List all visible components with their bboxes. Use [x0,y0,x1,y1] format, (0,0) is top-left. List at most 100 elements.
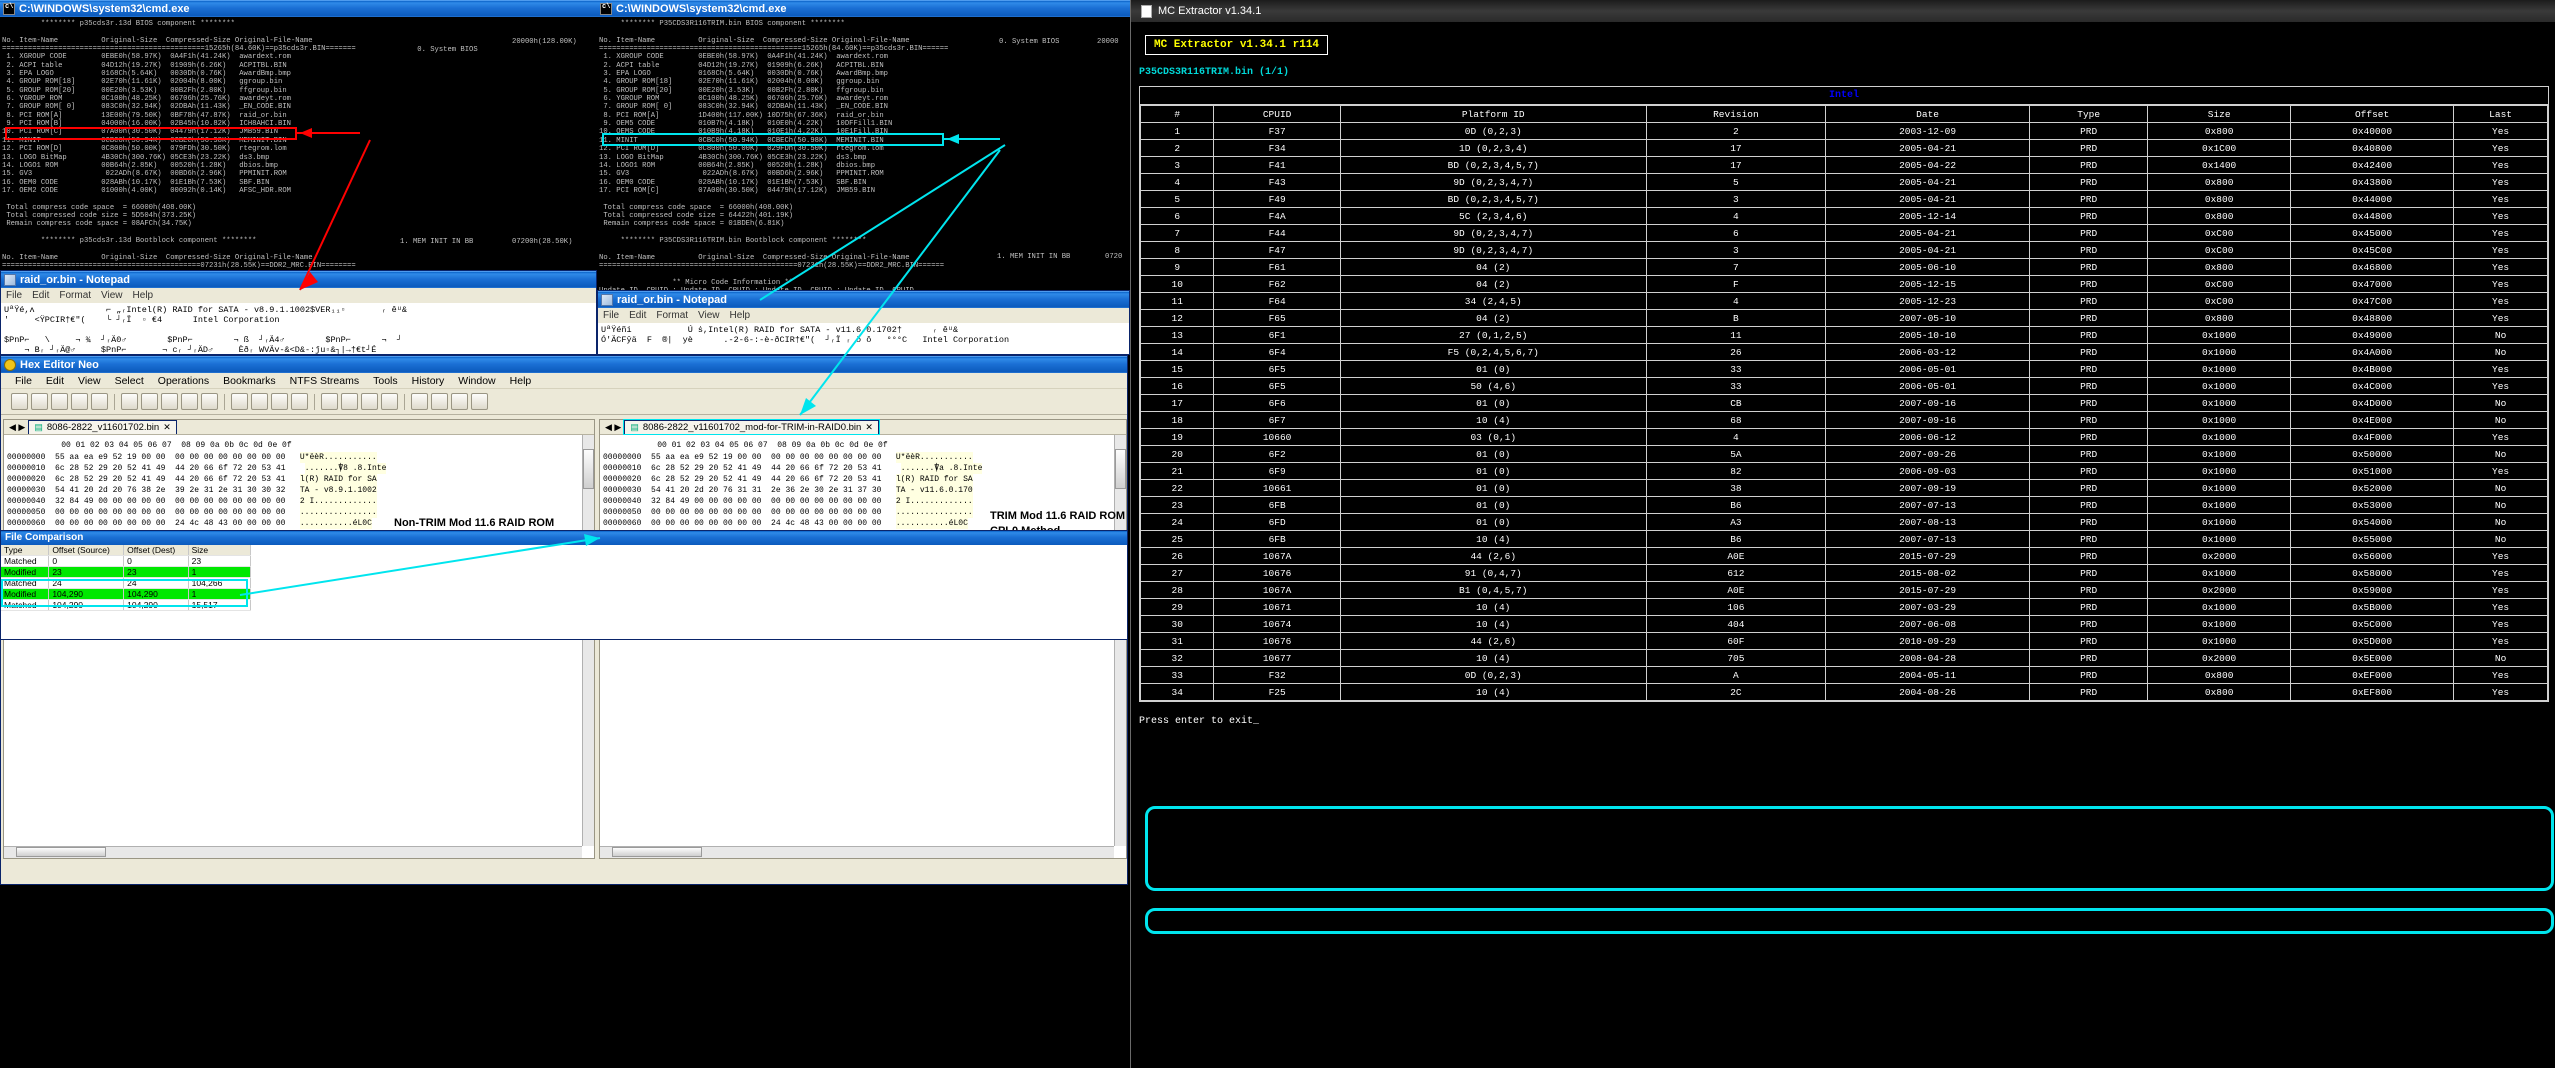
save-all-icon[interactable] [71,393,88,410]
table-row[interactable]: 34 F25 10 (4) 2C 2004-08-26 PRD 0x800 0xEF800 Ye… [1139,683,2548,701]
hex-row[interactable]: 00000040 32 84 49 00 00 00 00 00 00 00 0… [600,496,1126,507]
hex-bytes[interactable]: 6c 28 52 29 20 52 41 49 44 20 66 6f 72 2… [651,463,886,474]
hex-tabstrip-left[interactable]: ◀ ▶ ▤ 8086-2822_v11601702.bin ✕ [4,420,594,435]
table-row[interactable]: 29 10671 10 (4) 106 2007-03-29 PRD 0x1000 0x5B0… [1139,598,2548,616]
tab-nav-right-icon[interactable]: ◀ ▶ [602,422,624,433]
menu-operations[interactable]: Operations [158,375,209,387]
table-row[interactable]: Matched 24 24 104,266 [1,577,252,589]
menu-edit[interactable]: Edit [32,290,49,301]
menu-tools[interactable]: Tools [373,375,398,387]
console1-titlebar[interactable]: C:\WINDOWS\system32\cmd.exe [0,0,600,17]
hex-bytes[interactable]: 55 aa ea e9 52 19 00 00 00 00 00 00 00 0… [651,452,881,463]
menu-ntfs-streams[interactable]: NTFS Streams [290,375,359,387]
menu-view[interactable]: View [101,290,123,301]
hex-row[interactable]: 00000040 32 84 49 00 00 00 00 00 00 00 0… [4,496,594,507]
tab-close-icon[interactable]: ✕ [163,422,171,433]
notepad2-titlebar[interactable]: raid_or.bin - Notepad [598,291,1129,308]
hex-row[interactable]: 00000010 6c 28 52 29 20 52 41 49 44 20 6… [600,463,1126,474]
help-icon[interactable] [471,393,488,410]
compare-icon[interactable] [381,393,398,410]
menu-help[interactable]: Help [133,290,154,301]
notepad1-menubar[interactable]: File Edit Format View Help [1,288,596,303]
hex-right-vscroll-thumb[interactable] [1115,449,1126,489]
table-row[interactable]: 3 F41 BD (0,2,3,4,5,7) 17 2005-04-22 PRD 0x140… [1139,156,2548,174]
hex-ascii[interactable]: ...........éL0C [299,518,372,529]
open-file-icon[interactable] [31,393,48,410]
ascii-view-icon[interactable] [341,393,358,410]
table-row[interactable]: Matched 104,290 104,290 15,517 [1,599,252,611]
hex-row[interactable]: 00000020 6c 28 52 29 20 52 41 49 44 20 6… [4,474,594,485]
table-row[interactable]: 20 6F2 01 (0) 5A 2007-09-26 PRD 0x1000 0x50000 N… [1139,445,2548,463]
tab-left-file[interactable]: ▤ 8086-2822_v11601702.bin ✕ [28,420,177,434]
table-row[interactable]: 31 10676 44 (2,6) 60F 2010-09-29 PRD 0x1000 0x5… [1139,632,2548,650]
copy-icon[interactable] [141,393,158,410]
menu-edit[interactable]: Edit [629,310,646,321]
file-comparison-table[interactable]: Type Offset (Source) Offset (Dest) Size … [1,545,252,611]
find-icon[interactable] [231,393,248,410]
replace-icon[interactable] [251,393,268,410]
hex-right-hscrollbar[interactable] [600,846,1114,858]
mc-extractor-titlebar[interactable]: MC Extractor v1.34.1 [1131,0,2555,22]
hex-ascii[interactable]: ................ [299,507,377,518]
menu-select[interactable]: Select [115,375,144,387]
hex-editor-menubar[interactable]: File Edit View Select Operations Bookmar… [1,373,1127,389]
hex-bytes[interactable]: 32 84 49 00 00 00 00 00 00 00 00 00 00 0… [651,496,881,507]
menu-format[interactable]: Format [656,310,688,321]
table-row[interactable]: 27 10676 91 (0,4,7) 612 2015-08-02 PRD 0x1000 0… [1139,564,2548,582]
menu-help[interactable]: Help [510,375,532,387]
hex-ascii[interactable]: 2 I............. [895,496,973,507]
table-row[interactable]: 11 F64 34 (2,4,5) 4 2005-12-23 PRD 0xC00 0x47C0… [1139,292,2548,310]
hex-row[interactable]: 00000020 6c 28 52 29 20 52 41 49 44 20 6… [600,474,1126,485]
insert-mode-icon[interactable] [361,393,378,410]
menu-edit[interactable]: Edit [46,375,64,387]
table-row[interactable]: 17 6F6 01 (0) CB 2007-09-16 PRD 0x1000 0x4D000 N… [1139,394,2548,412]
hex-left-hscrollbar[interactable] [4,846,582,858]
table-row[interactable]: 26 1067A 44 (2,6) A0E 2015-07-29 PRD 0x2000 0x5… [1139,547,2548,565]
hex-row[interactable]: 00000000 55 aa ea e9 52 19 00 00 00 00 0… [600,452,1126,463]
menu-file[interactable]: File [603,310,619,321]
menu-bookmarks[interactable]: Bookmarks [223,375,276,387]
hex-ascii[interactable]: .......⍒8 .8.Inte [304,463,387,474]
paste-icon[interactable] [161,393,178,410]
console-window-2[interactable]: C:\WINDOWS\system32\cmd.exe ******** P35… [597,0,1130,290]
table-row[interactable]: 13 6F1 27 (0,1,2,5) 11 2005-10-10 PRD 0x1000 0x… [1139,326,2548,344]
table-row[interactable]: Modified 104,290 104,290 1 [1,588,252,600]
hex-bytes[interactable]: 00 00 00 00 00 00 00 00 00 00 00 00 00 0… [55,507,285,518]
table-row[interactable]: 7 F44 9D (0,2,3,4,7) 6 2005-04-21 PRD 0xC00 0x4… [1139,224,2548,242]
tab-right-file[interactable]: ▤ 8086-2822_v11601702_mod-for-TRIM-in-RA… [623,419,880,435]
table-row[interactable]: Modified 23 23 1 [1,566,252,578]
hex-row[interactable]: 00000030 54 41 20 2d 20 76 31 31 2e 36 2… [600,485,1126,496]
hex-editor-toolbar[interactable] [1,389,1127,415]
hex-bytes[interactable]: 6c 28 52 29 20 52 41 49 44 20 66 6f 72 2… [55,463,290,474]
table-row[interactable]: 30 10674 10 (4) 404 2007-06-08 PRD 0x1000 0x5C0… [1139,615,2548,633]
undo-icon[interactable] [181,393,198,410]
table-row[interactable]: 22 10661 01 (0) 38 2007-09-19 PRD 0x1000 0x5200… [1139,479,2548,497]
table-row[interactable]: 5 F49 BD (0,2,3,4,5,7) 3 2005-04-21 PRD 0x800 0… [1139,190,2548,208]
hex-bytes[interactable]: 00 00 00 00 00 00 00 00 24 4c 48 43 00 0… [55,518,285,529]
hex-ascii[interactable]: ................ [895,507,973,518]
notepad-window-2[interactable]: raid_or.bin - Notepad File Edit Format V… [597,290,1130,355]
hex-ascii[interactable]: TA - v11.6.0.170 [895,485,973,496]
console-window-1[interactable]: C:\WINDOWS\system32\cmd.exe ******** p35… [0,0,600,268]
table-row[interactable]: 14 6F4 F5 (0,2,4,5,6,7) 26 2006-03-12 PRD 0x10… [1139,343,2548,361]
hex-bytes[interactable]: 54 41 20 2d 20 76 38 2e 39 2e 31 2e 31 3… [55,485,285,496]
hex-left-vscroll-thumb[interactable] [583,449,594,489]
hex-ascii[interactable]: 2 I............. [299,496,377,507]
tab-close-icon[interactable]: ✕ [865,422,873,433]
hex-bytes[interactable]: 6c 28 52 29 20 52 41 49 44 20 66 6f 72 2… [55,474,285,485]
pattern-fill-icon[interactable] [411,393,428,410]
menu-history[interactable]: History [412,375,445,387]
table-row[interactable]: 9 F61 04 (2) 7 2005-06-10 PRD 0x800 0x46800 Yes [1139,258,2548,276]
table-row[interactable]: 24 6FD 01 (0) A3 2007-08-13 PRD 0x1000 0x54000 N… [1139,513,2548,531]
hex-row[interactable]: 00000010 6c 28 52 29 20 52 41 49 44 20 6… [4,463,594,474]
hex-right-hscroll-thumb[interactable] [612,847,702,857]
notepad2-text[interactable]: UªŸéñi Ú ṡ,Intel(R) RAID for SATA - v11.… [598,323,1129,354]
mc-extractor-table[interactable]: # CPUID Platform ID Revision Date Type S… [1139,105,2548,701]
table-row[interactable]: Matched 0 0 23 [1,555,252,567]
table-row[interactable]: 1 F37 0D (0,2,3) 2 2003-12-09 PRD 0x800 0x40000… [1139,122,2548,140]
table-row[interactable]: 23 6FB 01 (0) B6 2007-07-13 PRD 0x1000 0x53000 N… [1139,496,2548,514]
save-icon[interactable] [51,393,68,410]
hex-view-icon[interactable] [321,393,338,410]
menu-help[interactable]: Help [730,310,751,321]
hex-ascii[interactable]: U*ëèR........... [299,452,377,463]
